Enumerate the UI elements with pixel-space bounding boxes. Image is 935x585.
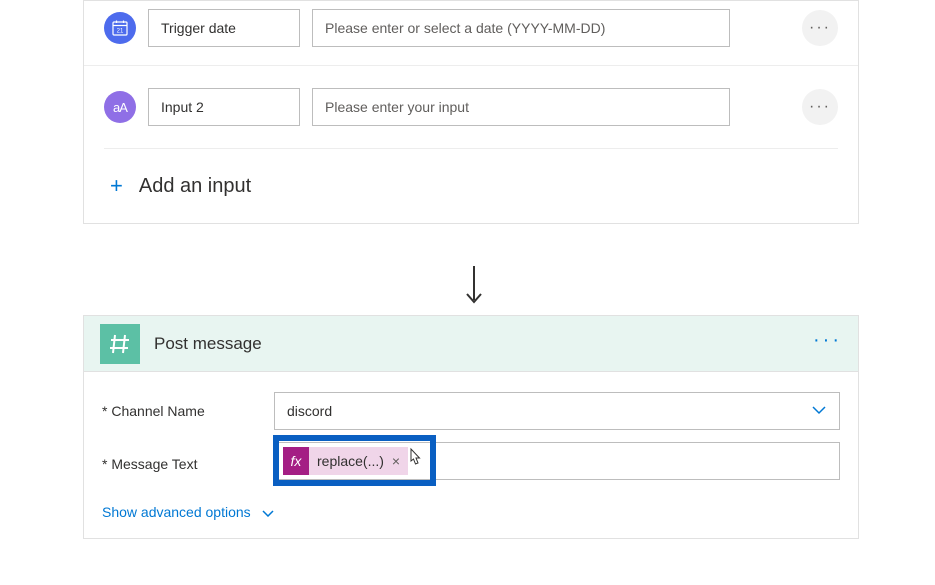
action-body: * Channel Name discord * Message Text [84, 372, 858, 538]
message-text-label: * Message Text [102, 442, 274, 472]
token-label: replace(...) [317, 453, 384, 469]
action-card: Post message ··· * Channel Name discord … [83, 315, 859, 539]
chevron-down-icon [261, 504, 275, 520]
input-label: Input 2 [161, 99, 204, 115]
trigger-date-input[interactable] [312, 9, 730, 47]
highlight-annotation: fx replace(...) × [273, 435, 436, 486]
cursor-pointer-icon [404, 445, 426, 476]
channel-name-row: * Channel Name discord [102, 392, 840, 430]
svg-text:21: 21 [117, 29, 124, 35]
trigger-card: 21 Trigger date ··· aA Input 2 ··· + Add… [83, 0, 859, 224]
action-header[interactable]: Post message ··· [84, 316, 858, 372]
show-advanced-button[interactable]: Show advanced options [102, 504, 840, 520]
channel-selected-value: discord [287, 403, 332, 419]
connector-arrow-icon [464, 264, 484, 317]
input-label-box[interactable]: Trigger date [148, 9, 300, 47]
row-menu-button[interactable]: ··· [802, 89, 838, 125]
token-close-button[interactable]: × [392, 453, 400, 469]
calendar-icon: 21 [104, 12, 136, 44]
show-advanced-label: Show advanced options [102, 504, 251, 520]
chevron-down-icon [811, 402, 827, 420]
channel-name-select[interactable]: discord [274, 392, 840, 430]
input-label-box[interactable]: Input 2 [148, 88, 300, 126]
input-label: Trigger date [161, 20, 236, 36]
add-input-label: Add an input [139, 175, 251, 198]
input-row-trigger-date: 21 Trigger date ··· [84, 1, 858, 55]
action-title: Post message [154, 334, 262, 354]
channel-name-label: * Channel Name [102, 403, 274, 419]
input-2-input[interactable] [312, 88, 730, 126]
action-menu-button[interactable]: ··· [813, 340, 842, 348]
fx-icon: fx [283, 447, 309, 475]
hash-icon [100, 324, 140, 364]
message-text-row: * Message Text fx replace(...) × [102, 442, 840, 480]
message-text-input[interactable]: fx replace(...) × [274, 442, 840, 480]
expression-token[interactable]: fx replace(...) × [283, 447, 408, 475]
input-row-input-2: aA Input 2 ··· [84, 65, 858, 134]
plus-icon: + [110, 173, 123, 199]
row-menu-button[interactable]: ··· [802, 10, 838, 46]
add-input-button[interactable]: + Add an input [84, 149, 858, 199]
text-icon: aA [104, 91, 136, 123]
